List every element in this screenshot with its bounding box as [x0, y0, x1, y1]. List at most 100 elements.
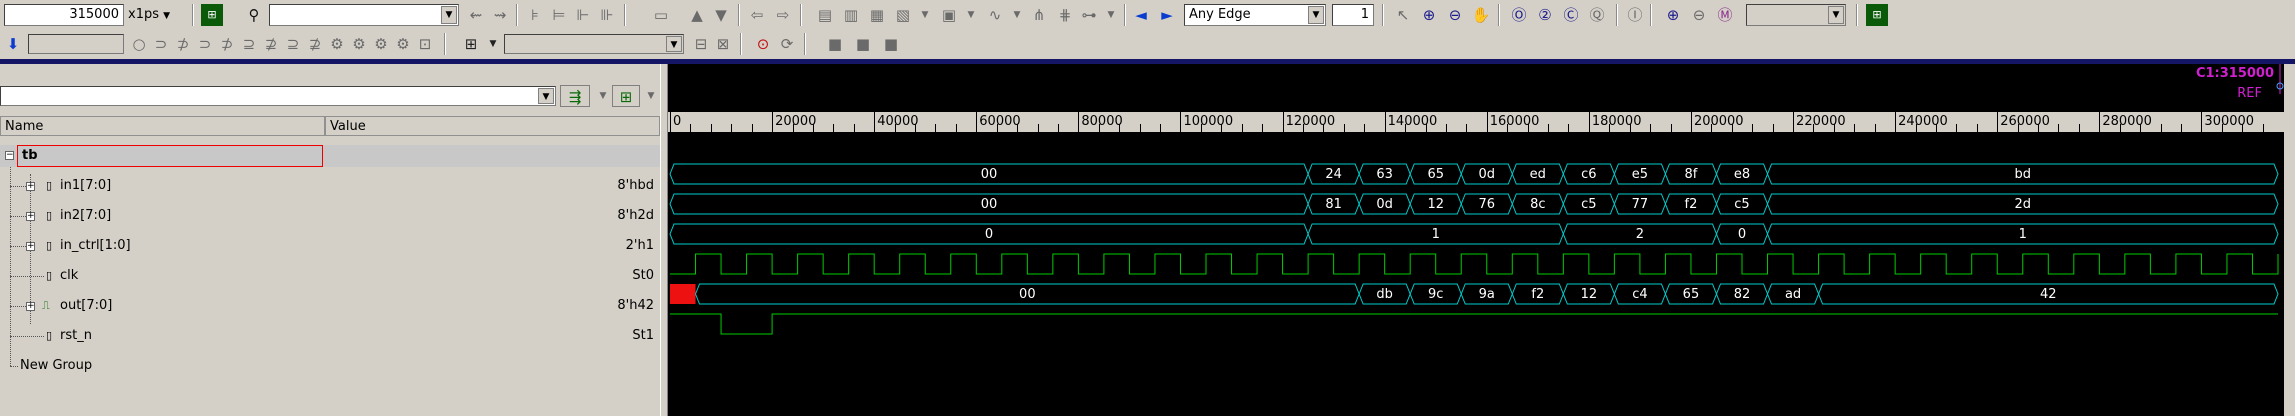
chevron-down-icon[interactable]: ▼: [666, 36, 682, 52]
expand-icon[interactable]: +: [26, 242, 35, 251]
settings-icon[interactable]: ⚙: [326, 33, 348, 55]
signal-row[interactable]: + ▯ in2[7:0] 8'h2d: [0, 201, 660, 231]
logic-gate-icon[interactable]: ⊇: [282, 33, 304, 55]
edge-count-field[interactable]: 1: [1332, 4, 1374, 26]
logic-gate-icon[interactable]: ⊉: [304, 33, 326, 55]
circle-icon[interactable]: ○: [128, 33, 150, 55]
waveform-pane[interactable]: C1:315000 REF 0 20000 40000 60000 80000 10000…: [668, 64, 2284, 416]
edge-mode-select[interactable]: Any Edge ▼: [1184, 4, 1326, 26]
zoom-2-icon[interactable]: ②: [1534, 4, 1556, 26]
group-row-tb[interactable]: − tb: [0, 141, 660, 171]
settings-icon[interactable]: ⚙: [370, 33, 392, 55]
zoom-fit-icon[interactable]: Ⓞ: [1508, 4, 1530, 26]
search-prev-icon[interactable]: ⇜: [465, 4, 487, 26]
remove-expression-icon[interactable]: ⊠: [712, 33, 734, 55]
zoom-full-icon[interactable]: Ⓘ: [1624, 4, 1646, 26]
chevron-down-icon[interactable]: ▼: [914, 4, 936, 26]
chevron-down-icon[interactable]: ▼: [1006, 4, 1028, 26]
waveform-style-icon[interactable]: ∿: [984, 4, 1006, 26]
logic-gate-icon[interactable]: ⊇: [238, 33, 260, 55]
search-next-icon[interactable]: ⇝: [489, 4, 511, 26]
zoom-cursor-icon[interactable]: Ⓒ: [1560, 4, 1582, 26]
search-forward-icon[interactable]: ►: [1156, 4, 1178, 26]
expression-icon[interactable]: ⊞: [460, 33, 482, 55]
zoom-in-icon[interactable]: ⊕: [1418, 4, 1440, 26]
search-combobox[interactable]: ▼: [269, 4, 459, 26]
chevron-down-icon[interactable]: ▼: [1828, 6, 1844, 24]
signal-row[interactable]: + ⎍ out[7:0] 8'h42: [0, 291, 660, 321]
logic-gate-icon[interactable]: ⊃: [150, 33, 172, 55]
chevron-down-icon[interactable]: ▼: [1100, 4, 1122, 26]
chevron-down-icon[interactable]: ▼: [640, 85, 662, 107]
logic-gate-icon[interactable]: ⊅: [172, 33, 194, 55]
add-expression-icon[interactable]: ⊟: [690, 33, 712, 55]
chevron-down-icon[interactable]: ▼: [960, 4, 982, 26]
zoom-out-icon[interactable]: ⊖: [1444, 4, 1466, 26]
redo-icon[interactable]: ⇨: [772, 4, 794, 26]
zoom-in-time-icon[interactable]: ⊕: [1662, 4, 1684, 26]
signal-row[interactable]: ▯ rst_n St1: [0, 321, 660, 351]
signal-search-field[interactable]: ▼: [0, 86, 556, 106]
logic-gate-icon[interactable]: ⊉: [260, 33, 282, 55]
group-icon[interactable]: ▤: [814, 4, 836, 26]
time-unit-dropdown[interactable]: x1ps ▼: [128, 4, 178, 26]
marker-first-icon[interactable]: ⊧: [524, 4, 546, 26]
expand-icon[interactable]: +: [26, 182, 35, 191]
chevron-down-icon[interactable]: ▼: [482, 33, 504, 55]
chevron-down-icon[interactable]: ▼: [441, 6, 457, 24]
move-up-icon[interactable]: ▲: [686, 4, 708, 26]
marker-prev-icon[interactable]: ⊨: [548, 4, 570, 26]
marker-last-icon[interactable]: ⊪: [596, 4, 618, 26]
signal-filter-field[interactable]: [28, 34, 124, 54]
copy-icon[interactable]: ▭: [650, 4, 672, 26]
search-backward-icon[interactable]: ◄: [1130, 4, 1152, 26]
signal-row[interactable]: ▯ clk St0: [0, 261, 660, 291]
bus-create-icon[interactable]: ⋕: [1054, 4, 1076, 26]
display-options-icon[interactable]: ⊞: [612, 85, 640, 107]
collapse-icon[interactable]: ▧: [892, 4, 914, 26]
group-row-new[interactable]: New Group: [0, 351, 660, 381]
pane-splitter[interactable]: [660, 64, 668, 416]
arrow-down-icon[interactable]: ⬇: [2, 33, 24, 55]
vertical-scrollbar[interactable]: [2284, 64, 2295, 416]
waveform-view-icon[interactable]: ⊞: [1866, 4, 1888, 26]
logic-gate-icon[interactable]: ⊃: [194, 33, 216, 55]
zoom-marker-icon[interactable]: Ⓜ: [1714, 4, 1736, 26]
stop-icon[interactable]: ■: [824, 33, 846, 55]
signal-browser-icon[interactable]: ⊞: [201, 4, 223, 26]
find-binoculars-icon[interactable]: ⚲: [243, 4, 265, 26]
collapse-icon[interactable]: −: [5, 151, 14, 160]
expand-icon[interactable]: ▦: [866, 4, 888, 26]
chevron-down-icon[interactable]: ▼: [592, 85, 614, 107]
display-format-icon[interactable]: ▣: [938, 4, 960, 26]
value-column-header[interactable]: Value: [325, 116, 660, 136]
zoom-select[interactable]: ▼: [1746, 4, 1846, 26]
marker-next-icon[interactable]: ⊩: [572, 4, 594, 26]
undo-icon[interactable]: ⇦: [746, 4, 768, 26]
name-column-header[interactable]: Name: [0, 116, 325, 136]
settings-icon[interactable]: ⚙: [392, 33, 414, 55]
stop-icon[interactable]: ■: [880, 33, 902, 55]
lock-icon[interactable]: ⊡: [414, 33, 436, 55]
signal-row[interactable]: + ▯ in1[7:0] 8'hbd: [0, 171, 660, 201]
hierarchy-icon[interactable]: ⊶: [1078, 4, 1100, 26]
ungroup-icon[interactable]: ▥: [840, 4, 862, 26]
pan-hand-icon[interactable]: ✋: [1470, 4, 1492, 26]
bus-split-icon[interactable]: ⋔: [1028, 4, 1050, 26]
settings-icon[interactable]: ⚙: [348, 33, 370, 55]
signal-row[interactable]: + ▯ in_ctrl[1:0] 2'h1: [0, 231, 660, 261]
filter-icon[interactable]: ⇶: [560, 85, 590, 107]
stop-icon[interactable]: ■: [852, 33, 874, 55]
expand-icon[interactable]: +: [26, 302, 35, 311]
expand-icon[interactable]: +: [26, 212, 35, 221]
zoom-region-icon[interactable]: Ⓠ: [1586, 4, 1608, 26]
chevron-down-icon[interactable]: ▼: [538, 88, 554, 104]
time-field[interactable]: 315000: [4, 4, 124, 26]
select-pointer-icon[interactable]: ↖: [1392, 4, 1414, 26]
zoom-out-time-icon[interactable]: ⊖: [1688, 4, 1710, 26]
logic-gate-icon[interactable]: ⊅: [216, 33, 238, 55]
chevron-down-icon[interactable]: ▼: [1308, 6, 1324, 24]
record-icon[interactable]: ⊙: [752, 33, 774, 55]
expression-select[interactable]: ▼: [504, 34, 684, 54]
move-down-icon[interactable]: ▼: [710, 4, 732, 26]
